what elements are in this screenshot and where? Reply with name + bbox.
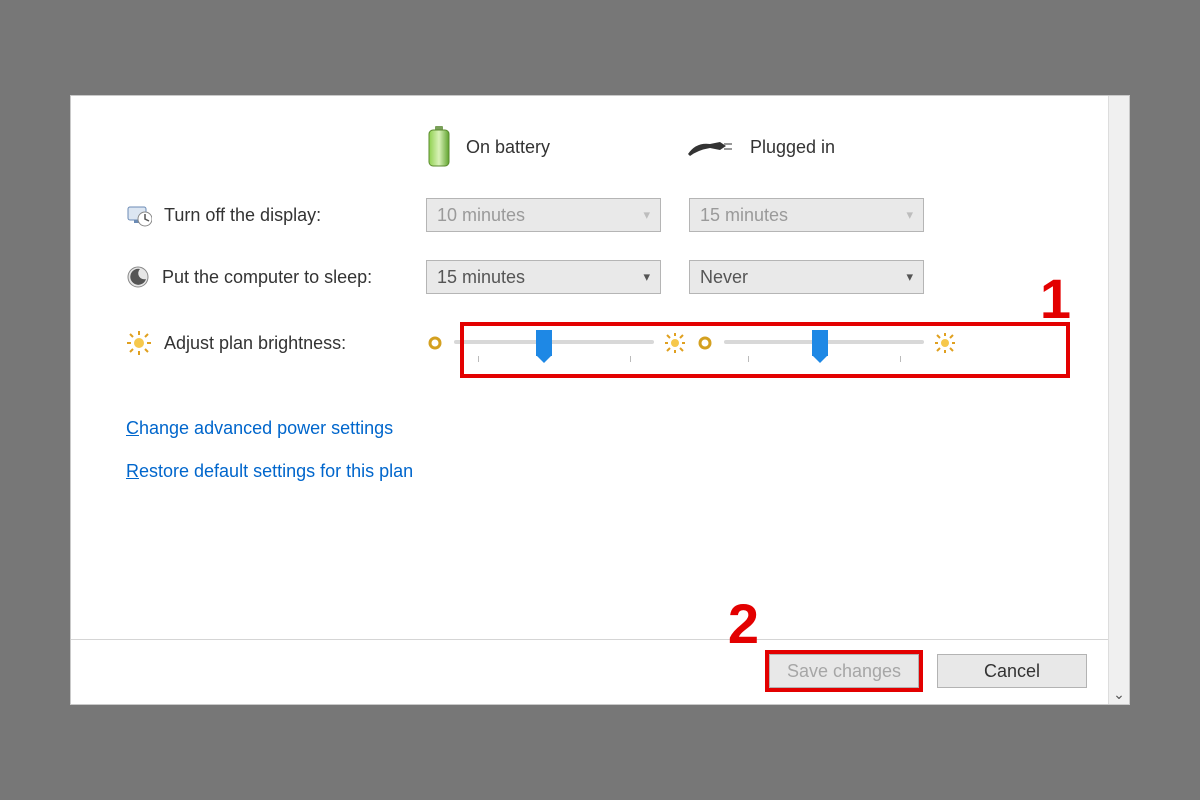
cancel-button[interactable]: Cancel: [937, 654, 1087, 688]
footer-buttons: Save changes Cancel: [71, 639, 1109, 688]
chevron-down-icon: ▾: [643, 207, 650, 223]
brightness-low-icon: [696, 334, 714, 352]
row-sleep: Put the computer to sleep: 15 minutes ▾ …: [126, 260, 1089, 294]
display-battery-select[interactable]: 10 minutes ▾: [426, 198, 661, 232]
vertical-scrollbar[interactable]: ⌄: [1108, 96, 1129, 704]
restore-defaults-link[interactable]: Restore default settings for this plan: [126, 461, 413, 482]
annotation-number-1: 1: [1040, 266, 1071, 331]
row-display: Turn off the display: 10 minutes ▾ 15 mi…: [126, 198, 1089, 232]
brightness-high-icon: [664, 332, 686, 354]
advanced-settings-link[interactable]: Change advanced power settings: [126, 418, 393, 439]
chevron-down-icon: ▾: [906, 207, 913, 223]
sleep-plugged-value: Never: [700, 267, 748, 288]
display-label: Turn off the display:: [164, 205, 321, 226]
save-changes-button[interactable]: Save changes: [769, 654, 919, 688]
chevron-down-icon: ▾: [906, 269, 913, 285]
chevron-down-icon: ▾: [643, 269, 650, 285]
sleep-label: Put the computer to sleep:: [162, 267, 372, 288]
on-battery-label: On battery: [466, 137, 550, 158]
scroll-down-icon[interactable]: ⌄: [1109, 684, 1129, 704]
brightness-low-icon: [426, 334, 444, 352]
power-plan-window: On battery Plugged in: [70, 95, 1130, 705]
sleep-battery-select[interactable]: 15 minutes ▾: [426, 260, 661, 294]
sleep-battery-value: 15 minutes: [437, 267, 525, 288]
brightness-icon: [126, 330, 152, 356]
content-area: On battery Plugged in: [71, 96, 1129, 504]
brightness-battery-slider[interactable]: [454, 328, 654, 358]
brightness-battery-group: [426, 328, 686, 358]
moon-icon: [126, 265, 150, 289]
plugged-in-label: Plugged in: [750, 137, 835, 158]
annotation-number-2: 2: [728, 591, 759, 656]
sleep-plugged-select[interactable]: Never ▾: [689, 260, 924, 294]
column-headers: On battery Plugged in: [126, 126, 1089, 168]
plugged-in-header: Plugged in: [686, 134, 946, 160]
row-brightness: Adjust plan brightness:: [126, 328, 1089, 358]
display-plugged-value: 15 minutes: [700, 205, 788, 226]
brightness-high-icon: [934, 332, 956, 354]
monitor-timer-icon: [126, 202, 152, 228]
display-battery-value: 10 minutes: [437, 205, 525, 226]
brightness-label: Adjust plan brightness:: [164, 333, 346, 354]
battery-icon: [426, 126, 452, 168]
on-battery-header: On battery: [426, 126, 686, 168]
annotation-box-2: Save changes: [765, 650, 923, 692]
links-section: Change advanced power settings Restore d…: [126, 418, 1089, 504]
display-plugged-select[interactable]: 15 minutes ▾: [689, 198, 924, 232]
brightness-plugged-slider[interactable]: [724, 328, 924, 358]
brightness-plugged-group: [696, 328, 956, 358]
plug-icon: [686, 134, 736, 160]
